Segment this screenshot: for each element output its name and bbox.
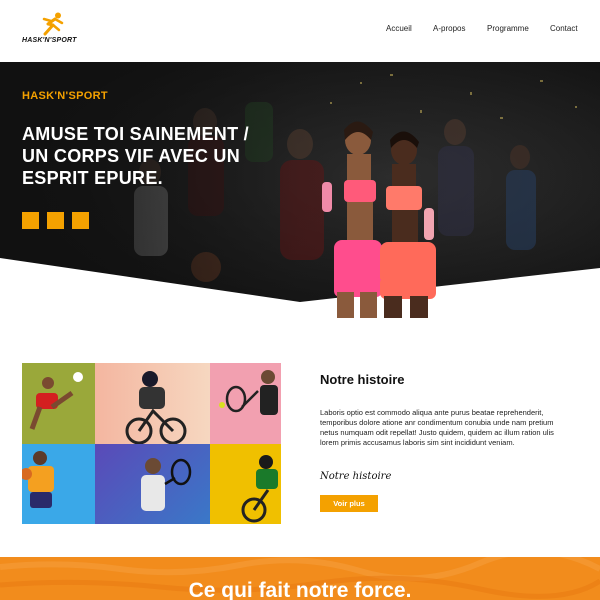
hero-title-line-1: AMUSE TOI SAINEMENT /	[22, 124, 249, 144]
voir-plus-button[interactable]: Voir plus	[320, 495, 378, 512]
hero-title-line-2: UN CORPS VIF AVEC UN	[22, 146, 241, 166]
nav-accueil[interactable]: Accueil	[386, 24, 412, 33]
nav-contact[interactable]: Contact	[550, 24, 578, 33]
hero-kicker: HASK'N'SPORT	[22, 90, 108, 102]
hero-title-line-3: ESPRIT EPURE.	[22, 168, 163, 188]
photo-basketball-player	[22, 444, 95, 524]
photo-cyclist-2	[210, 444, 281, 524]
nav-a-propos[interactable]: A-propos	[433, 24, 465, 33]
running-person-logo-icon	[42, 12, 64, 36]
story-paragraph: Laboris optio est commodo aliqua ante pu…	[320, 408, 554, 447]
strengths-band: Ce qui fait notre force.	[0, 557, 600, 600]
photo-tennis-player-2	[95, 444, 210, 524]
story-signature: Notre histoire	[320, 471, 392, 482]
story-title: Notre histoire	[320, 372, 405, 387]
photo-tennis-player	[210, 363, 281, 444]
slider-dot-1[interactable]	[22, 212, 39, 229]
nav-programme[interactable]: Programme	[487, 24, 529, 33]
slider-dot-3[interactable]	[72, 212, 89, 229]
brand-logo[interactable]: HASK'N'SPORT	[22, 12, 84, 48]
logo-text: HASK'N'SPORT	[22, 37, 77, 44]
slider-dot-2[interactable]	[47, 212, 64, 229]
strengths-title: Ce qui fait notre force.	[188, 579, 412, 600]
sports-photo-grid	[22, 363, 281, 524]
hero-banner: HASK'N'SPORT AMUSE TOI SAINEMENT / UN CO…	[0, 62, 600, 318]
photo-cyclist	[95, 363, 210, 444]
hero-title: AMUSE TOI SAINEMENT / UN CORPS VIF AVEC …	[22, 123, 322, 189]
site-header: HASK'N'SPORT Accueil A-propos Programme …	[0, 0, 600, 62]
photo-soccer-player	[22, 363, 95, 444]
